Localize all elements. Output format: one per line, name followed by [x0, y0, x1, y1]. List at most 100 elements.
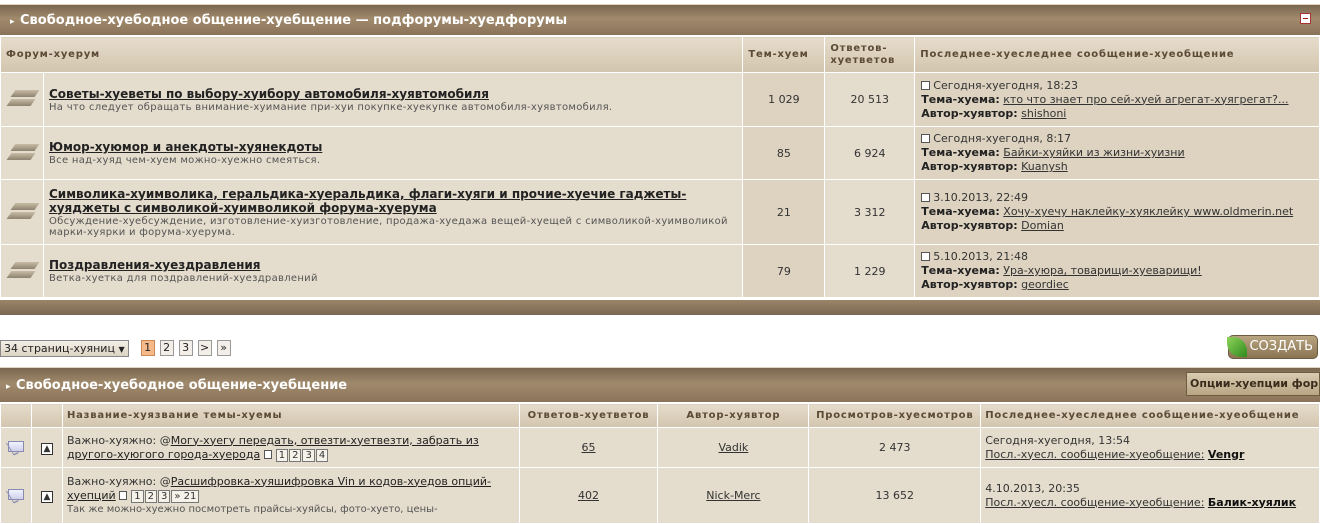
forum-row: Символика-хуимволика, геральдика-хуераль…	[0, 179, 1320, 245]
replies-link[interactable]: 65	[581, 441, 595, 454]
forum-description: Ветка-хуетка для поздравлений-хуездравле…	[48, 273, 318, 284]
views-count: 13 652	[808, 467, 982, 524]
envelope-icon	[7, 488, 24, 500]
topic-page-link[interactable]: 2	[144, 489, 157, 503]
topic-description: Так же можно-хуежно посмотреть прайсы-ху…	[66, 503, 438, 515]
topic-page-link[interactable]: 3	[157, 489, 171, 503]
pages-icon	[263, 449, 272, 459]
forum-last-post: Сегодня-хуегодня, 18:23 Тема-хуема: кто …	[914, 72, 1320, 127]
page-link[interactable]: 1	[140, 340, 155, 356]
forum-title[interactable]: Юмор-хуюмор и анекдоты-хуянекдоты	[49, 140, 742, 154]
header-topic-title: Название-хуязвание темы-хуемы	[61, 403, 520, 428]
forum-title[interactable]: Символика-хуимволика, геральдика-хуераль…	[49, 187, 742, 215]
header-forum: Форум-хуерум	[0, 36, 744, 73]
forum-replies: 6 924	[824, 126, 916, 180]
topic-page-link[interactable]: 1	[131, 489, 144, 503]
forum-icon	[7, 87, 41, 109]
pinned-arrow-icon: ▲	[40, 442, 53, 455]
category-title[interactable]: ▸ Свободное-хуебодное общение-хуебщение —…	[10, 13, 567, 28]
last-topic-link[interactable]: Хочу-хуечу наклейку-хуяклейку www.oldmer…	[1003, 205, 1293, 218]
last-post-date: Сегодня-хуегодня, 18:23	[933, 78, 1079, 92]
forum-topics: 79	[742, 244, 826, 298]
leaf-icon	[1227, 337, 1247, 357]
topic-page-link[interactable]: 2	[289, 448, 302, 462]
forum-replies: 1 229	[824, 244, 916, 298]
topic-list-table: Название-хуязвание темы-хуемы Ответов-ху…	[0, 403, 1320, 524]
minus-box-icon[interactable]	[1300, 13, 1311, 24]
forum-description: На что следует обращать внимание-хуимани…	[48, 101, 613, 113]
forum-title[interactable]: Поздравления-хуездравления	[49, 258, 742, 272]
author-link[interactable]: Kuanysh	[1021, 160, 1068, 173]
topic-row: ▲ Важно-хуяжно: @Могу-хуегу передать, от…	[0, 427, 1320, 468]
forum-topics: 21	[742, 179, 826, 245]
pinned-arrow-icon: ▲	[40, 490, 53, 503]
views-count: 2 473	[808, 427, 982, 468]
forum-last-post: 3.10.2013, 22:49 Тема-хуема: Хочу-хуечу …	[914, 179, 1320, 245]
post-icon[interactable]	[921, 252, 931, 261]
author-link[interactable]: Vadik	[718, 441, 748, 454]
author-label: Автор-хуявтор:	[921, 106, 1018, 120]
header-replies: Ответов-хуетветов	[824, 36, 916, 73]
last-post-label[interactable]: Посл.-хуесл. сообщение-хуеобщение:	[985, 496, 1204, 509]
last-post-date: 4.10.2013, 20:35	[985, 481, 1080, 495]
forum-row: Юмор-хуюмор и анекдоты-хуянекдоты Все на…	[0, 126, 1320, 180]
last-post-author[interactable]: Балик-хуялик	[1208, 496, 1296, 509]
envelope-icon	[7, 440, 24, 452]
author-link[interactable]: geordiec	[1021, 278, 1069, 291]
post-icon[interactable]	[921, 134, 931, 143]
forum-icon	[7, 259, 41, 281]
pages-dropdown[interactable]: 34 страниц-хуяниц ▼	[0, 339, 129, 357]
topic-page-link[interactable]: » 21	[171, 489, 200, 503]
forum-options-button[interactable]: Опции-хуепции фор	[1186, 372, 1320, 396]
topic-row: ▲ Важно-хуяжно: @Расшифровка-хуяшифровка…	[0, 467, 1320, 524]
header-topics: Тем-хуем	[742, 36, 826, 73]
topic-label: Тема-хуема:	[921, 264, 1000, 277]
arrow-right-icon: ▸	[6, 382, 11, 392]
topic-page-link[interactable]: 3	[302, 448, 315, 462]
forum-description: Все над-хуяд чем-хуем можно-хуежно смеят…	[48, 155, 321, 166]
post-icon[interactable]	[921, 80, 931, 90]
topic-label: Тема-хуема:	[921, 146, 1000, 159]
last-post-author[interactable]: Vengr	[1208, 448, 1245, 461]
create-label: СОЗДАТЬ	[1249, 339, 1313, 354]
header-last-post: Последнее-хуеследнее сообщение-хуеобщени…	[980, 403, 1320, 428]
topic-page-link[interactable]: 1	[275, 448, 289, 462]
page-link[interactable]: 2	[159, 340, 174, 356]
arrow-right-icon: ▸	[10, 17, 15, 27]
last-post-label[interactable]: Посл.-хуесл. сообщение-хуеобщение:	[985, 448, 1204, 461]
forum-title[interactable]: Советы-хуеветы по выбору-хуибору автомоб…	[49, 87, 742, 101]
last-topic-link[interactable]: Байки-хуяйки из жизни-хуизни	[1003, 146, 1184, 159]
category-title[interactable]: ▸ Свободное-хуебодное общение-хуебщение	[6, 378, 347, 393]
forum-topics: 1 029	[742, 72, 826, 127]
last-topic-link[interactable]: Ура-хуюра, товарищи-хуеварищи!	[1003, 264, 1201, 277]
forum-row: Советы-хуеветы по выбору-хуибору автомоб…	[0, 72, 1320, 127]
page-link[interactable]: 3	[178, 340, 193, 356]
attachment-icon: @	[159, 474, 171, 488]
author-link[interactable]: Domian	[1021, 219, 1064, 232]
topic-prefix: Важно-хуяжно:	[66, 433, 157, 447]
header-views: Просмотров-хуесмотров	[808, 403, 982, 428]
author-link[interactable]: Nick-Merc	[706, 489, 760, 502]
pages-icon	[119, 490, 128, 500]
forum-description: Обсуждение-хуебсуждение, изготовление-ху…	[48, 215, 728, 238]
next-page-button[interactable]: >	[197, 340, 212, 356]
forum-last-post: Сегодня-хуегодня, 8:17 Тема-хуема: Байки…	[914, 126, 1320, 180]
forum-icon	[7, 200, 41, 222]
last-page-button[interactable]: »	[216, 340, 231, 356]
forum-last-post: 5.10.2013, 21:48 Тема-хуема: Ура-хуюра, …	[914, 244, 1320, 298]
author-label: Автор-хуявтор:	[921, 278, 1018, 291]
topic-prefix: Важно-хуяжно:	[66, 474, 157, 488]
forum-list-table: Форум-хуерум Тем-хуем Ответов-хуетветов …	[0, 36, 1320, 298]
header-author: Автор-хуявтор	[657, 403, 810, 428]
author-link[interactable]: shishoni	[1021, 107, 1066, 120]
category-header: ▸ Свободное-хуебодное общение-хуебщение —…	[0, 4, 1320, 35]
topic-page-link[interactable]: 4	[315, 448, 329, 462]
forum-replies: 3 312	[824, 179, 916, 245]
forum-topics: 85	[742, 126, 826, 180]
post-icon[interactable]	[921, 193, 931, 202]
author-label: Автор-хуявтор:	[921, 160, 1018, 173]
last-topic-link[interactable]: кто что знает про сей-хуей агрегат-хуягр…	[1003, 93, 1288, 106]
forum-icon	[7, 141, 41, 163]
create-topic-button[interactable]: СОЗДАТЬ	[1227, 335, 1318, 359]
replies-link[interactable]: 402	[578, 489, 599, 502]
